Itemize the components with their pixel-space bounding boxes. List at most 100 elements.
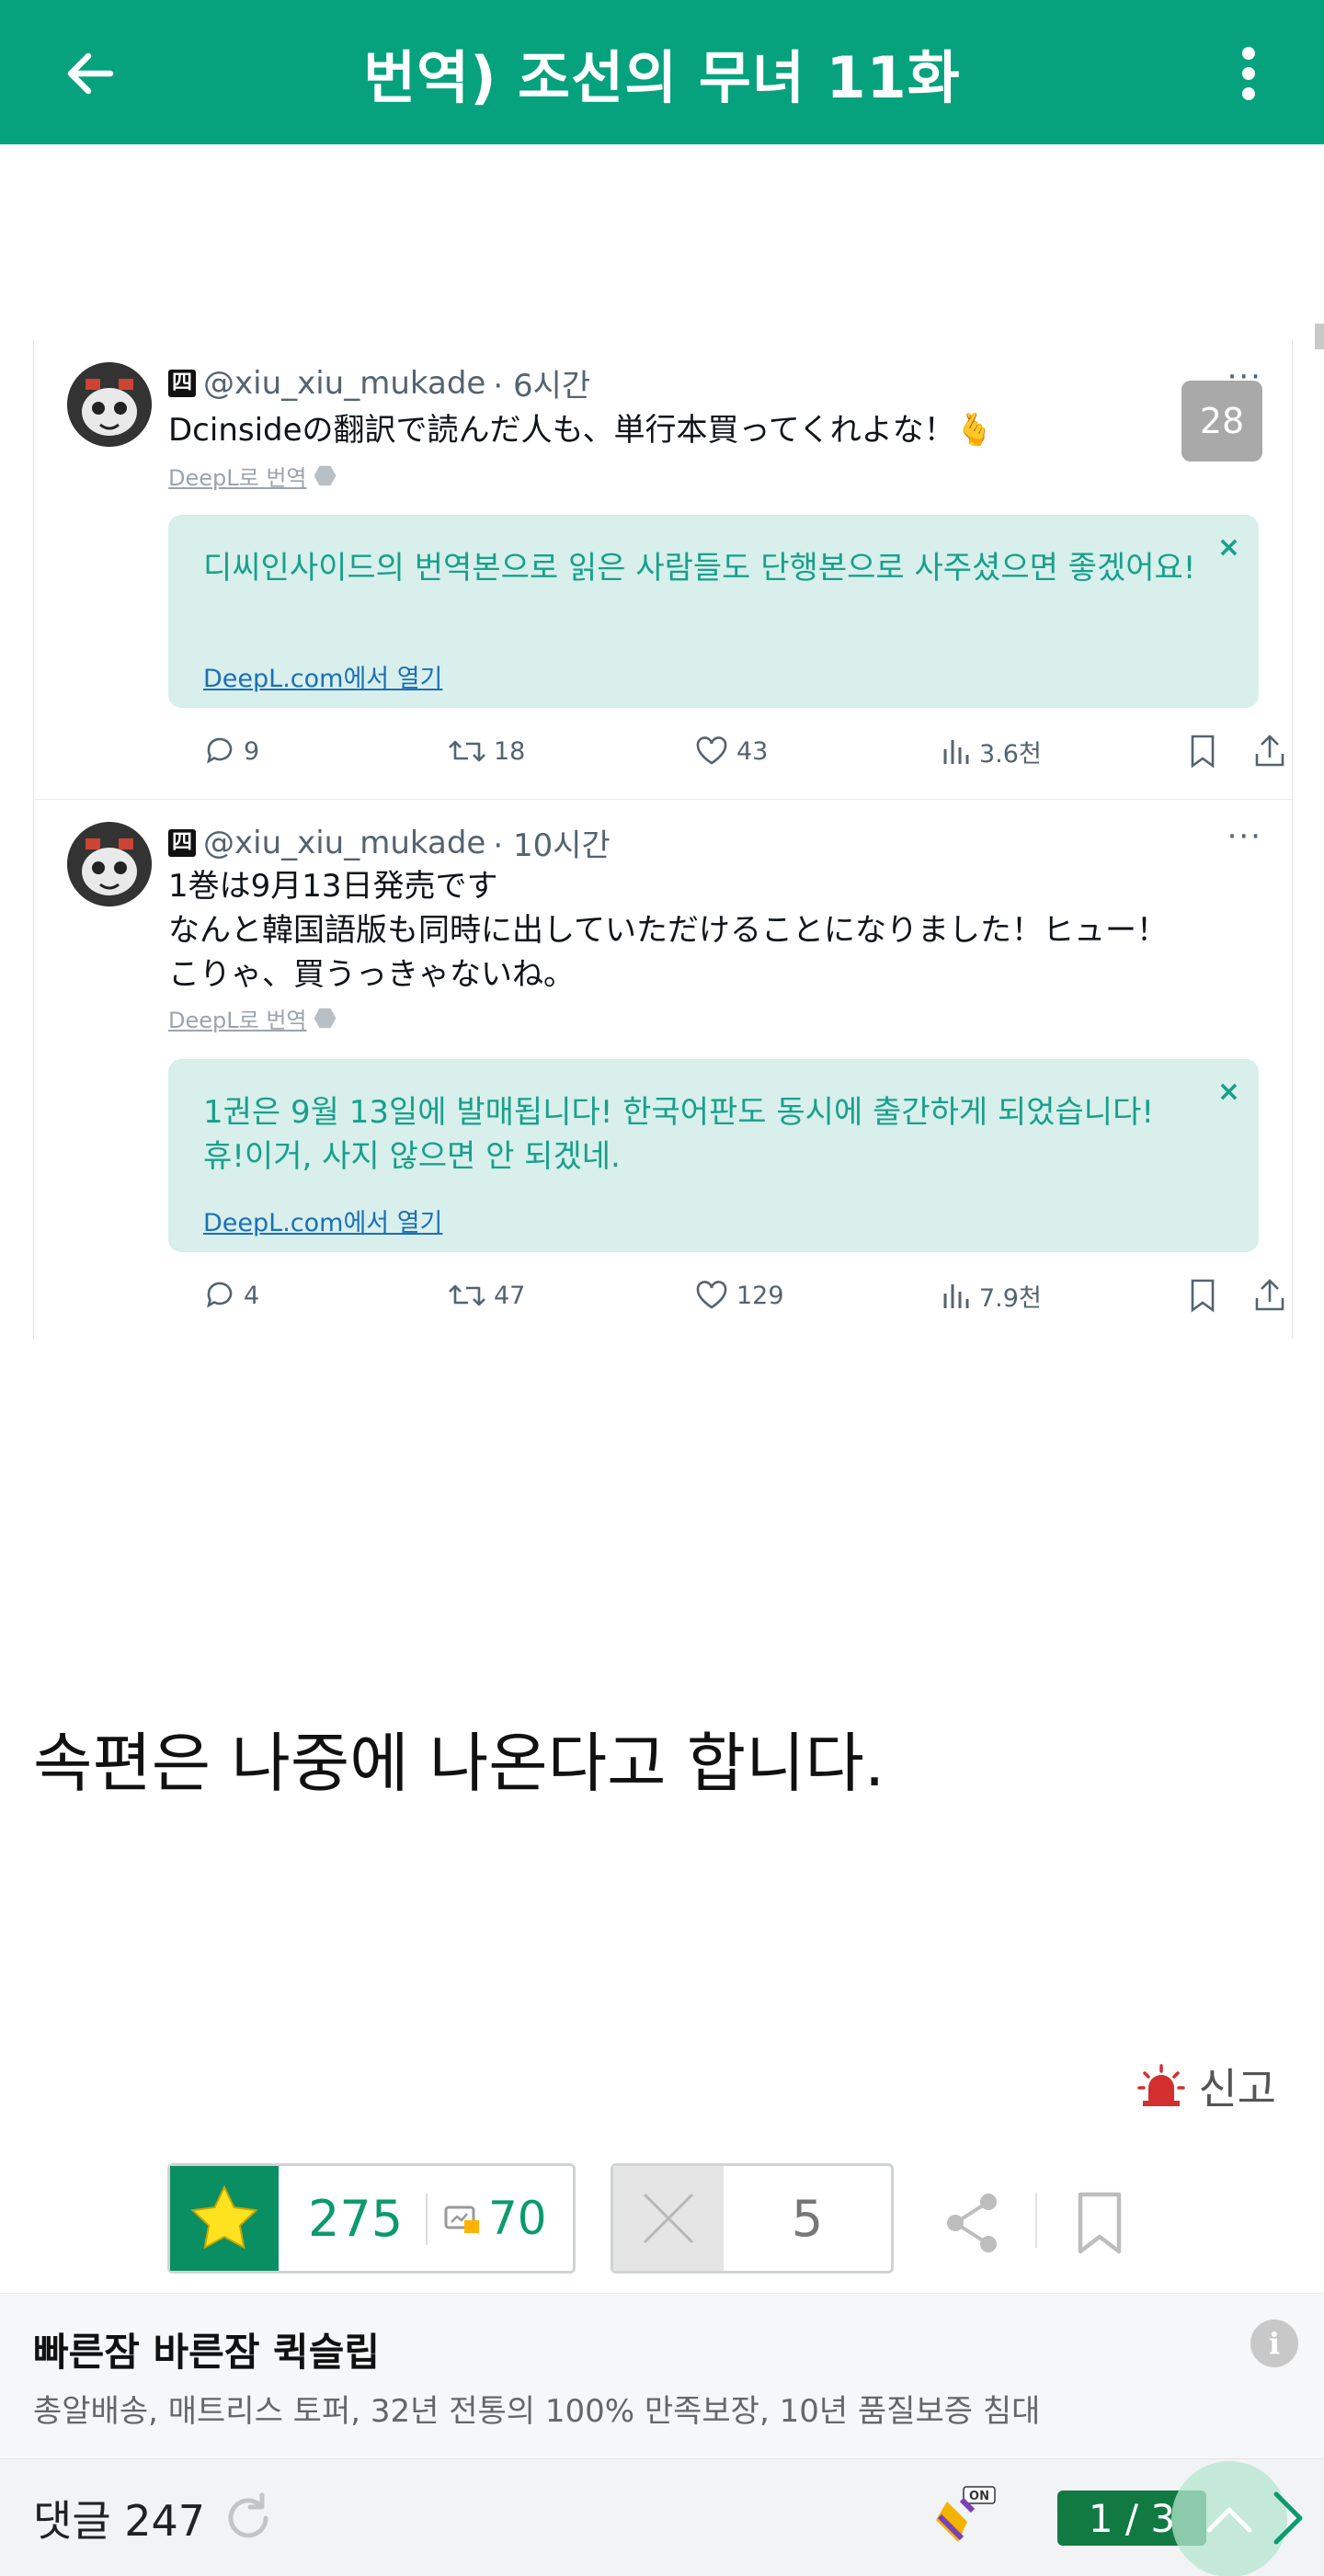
refresh-icon xyxy=(228,2492,268,2538)
tweet-header: 四 @xiu_xiu_mukade · 6시간 xyxy=(168,360,590,405)
upvote-button[interactable]: 275 70 xyxy=(167,2163,576,2274)
heart-icon xyxy=(696,1281,727,1309)
downvote-count: 5 xyxy=(791,2189,824,2248)
fixed-user-icon xyxy=(444,2206,479,2233)
star-cell xyxy=(170,2166,279,2271)
bookmark-button[interactable] xyxy=(1063,2186,1136,2260)
user-badge: 四 xyxy=(168,369,196,397)
view-count-text: 3.6천 xyxy=(979,739,1042,769)
share-up-icon xyxy=(1253,728,1286,774)
chevron-right-icon xyxy=(1273,2491,1303,2545)
ad-title: 빠른잠 바른잠 퀵슬립 xyxy=(33,2330,381,2375)
tweet-header: 四 @xiu_xiu_mukade · 10시간 xyxy=(168,820,611,865)
downvote-button[interactable]: 5 xyxy=(611,2163,894,2274)
bar-chart-icon xyxy=(943,1284,969,1308)
view-count: 3.6천 xyxy=(941,728,1042,774)
close-icon: × xyxy=(1216,1076,1240,1108)
post-body-text: 속편은 나중에 나온다고 합니다. xyxy=(33,1726,885,1801)
star-icon xyxy=(190,2184,258,2250)
fixed-upvote-count: 70 xyxy=(444,2166,547,2271)
reply-count-text: 9 xyxy=(244,736,260,766)
info-icon[interactable]: i xyxy=(1250,2320,1298,2367)
translation-text: 디씨인사이드의 번역본으로 읽은 사람들도 단행본으로 사주셨으면 좋겠어요! xyxy=(203,550,1196,587)
reply-icon xyxy=(206,737,233,764)
view-count: 7.9천 xyxy=(941,1272,1042,1318)
more-menu-button[interactable] xyxy=(1221,39,1276,108)
tweet-text-line: こりゃ、買うっきゃないね。 xyxy=(168,956,575,993)
retweet-icon xyxy=(449,1284,485,1306)
reply-icon xyxy=(206,1282,233,1308)
user-badge: 四 xyxy=(168,828,196,857)
upvote-count: 275 xyxy=(308,2189,404,2248)
report-label: 신고 xyxy=(1198,2064,1276,2114)
siren-icon xyxy=(1137,2064,1186,2106)
ad-banner[interactable]: 빠른잠 바른잠 퀵슬립 총알배송, 매트리스 토퍼, 32년 전통의 100% … xyxy=(0,2293,1324,2458)
avatar xyxy=(67,822,152,906)
view-count-text: 7.9천 xyxy=(979,1283,1042,1313)
embedded-tweet-image: 四 @xiu_xiu_mukade · 6시간 ··· 28 Dcinsideの… xyxy=(33,340,1294,1339)
arrow-left-icon xyxy=(67,52,114,95)
retweet-count-text: 18 xyxy=(494,736,526,766)
back-button[interactable] xyxy=(55,39,125,108)
deepl-label-text: DeepL로 번역 xyxy=(168,465,307,491)
bookmark-icon xyxy=(1189,728,1216,774)
bookmark-icon xyxy=(1078,2192,1122,2254)
deepl-label-text: DeepL로 번역 xyxy=(168,1008,307,1033)
tweet-handle: @xiu_xiu_mukade xyxy=(203,364,486,402)
translation-box: 디씨인사이드의 번역본으로 읽은 사람들도 단행본으로 사주셨으면 좋겠어요! … xyxy=(168,515,1259,708)
vertical-dots-icon xyxy=(1242,47,1255,100)
tweet-more-icon: ··· xyxy=(1227,818,1262,855)
retweet-count: 47 xyxy=(448,1272,525,1318)
share-button[interactable] xyxy=(936,2186,1010,2260)
translation-line: 휴!이거, 사지 않으면 안 되겠네. xyxy=(203,1138,621,1175)
avatar xyxy=(67,362,152,447)
divider xyxy=(1035,2193,1037,2248)
deepl-open-link: DeepL.com에서 열기 xyxy=(203,665,443,693)
page-title: 번역) 조선의 무녀 11화 xyxy=(363,43,961,111)
like-count: 43 xyxy=(694,728,768,774)
tweet-text-line: なんと韓国語版も同時に出していただけることになりました！ヒュー！ xyxy=(168,912,1168,949)
deepl-open-link: DeepL.com에서 열기 xyxy=(203,1209,443,1237)
like-count-text: 129 xyxy=(736,1281,784,1310)
retweet-count: 18 xyxy=(448,728,525,774)
reply-count: 4 xyxy=(203,1272,259,1318)
deepl-icon xyxy=(314,1008,337,1029)
report-button[interactable]: 신고 xyxy=(1137,2056,1276,2116)
next-page-button[interactable] xyxy=(1260,2485,1315,2551)
tweet-card: 四 @xiu_xiu_mukade · 6시간 ··· 28 Dcinsideの… xyxy=(34,340,1294,800)
translation-text: 1권은 9월 13일에 발매됩니다! 한국어판도 동시에 출간하게 되었습니다!… xyxy=(203,1090,1204,1179)
tweet-actions: 9 18 43 3.6천 xyxy=(168,728,1284,774)
tweet-time: · 6시간 xyxy=(493,368,591,405)
scrollbar-thumb[interactable] xyxy=(1315,324,1324,349)
fixed-upvote-count-text: 70 xyxy=(488,2192,547,2245)
share-up-icon xyxy=(1253,1272,1286,1318)
svg-text:ON: ON xyxy=(969,2490,989,2503)
retweet-icon xyxy=(449,740,485,762)
bottom-bar: 댓글 247 ON 1 / 3 xyxy=(0,2458,1324,2576)
reply-count: 9 xyxy=(203,728,259,774)
like-count: 129 xyxy=(694,1272,784,1318)
heart-icon xyxy=(696,736,727,765)
like-count-text: 43 xyxy=(736,736,769,766)
close-icon: × xyxy=(1216,531,1240,564)
reply-count-text: 4 xyxy=(244,1281,260,1310)
ad-description: 총알배송, 매트리스 토퍼, 32년 전통의 100% 만족보장, 10년 품질… xyxy=(33,2393,1041,2430)
tweet-card: 四 @xiu_xiu_mukade · 10시간 ··· 1巻は9月13日発売で… xyxy=(34,800,1294,1339)
app-bar: 번역) 조선의 무녀 11화 xyxy=(0,0,1324,144)
deepl-translate-label: DeepL로 번역 xyxy=(168,1002,337,1034)
deepl-icon xyxy=(314,465,337,486)
x-icon xyxy=(643,2193,694,2244)
chevron-up-icon xyxy=(1206,2507,1252,2533)
divider xyxy=(426,2194,428,2245)
tweet-time: · 10시간 xyxy=(493,827,611,864)
comment-count-button[interactable]: 댓글 247 xyxy=(33,2459,205,2576)
refresh-button[interactable] xyxy=(221,2491,276,2546)
image-count-badge: 28 xyxy=(1181,381,1262,462)
retweet-count-text: 47 xyxy=(494,1281,526,1310)
bookmark-icon xyxy=(1189,1272,1216,1318)
tweet-text-line: 1巻は9月13日発売です xyxy=(168,868,498,905)
tweet-actions: 4 47 129 7.9천 xyxy=(168,1272,1284,1318)
broom-on-icon[interactable]: ON xyxy=(934,2483,999,2548)
deepl-translate-label: DeepL로 번역 xyxy=(168,460,337,492)
translation-box: 1권은 9월 13일에 발매됩니다! 한국어판도 동시에 출간하게 되었습니다!… xyxy=(168,1059,1259,1252)
